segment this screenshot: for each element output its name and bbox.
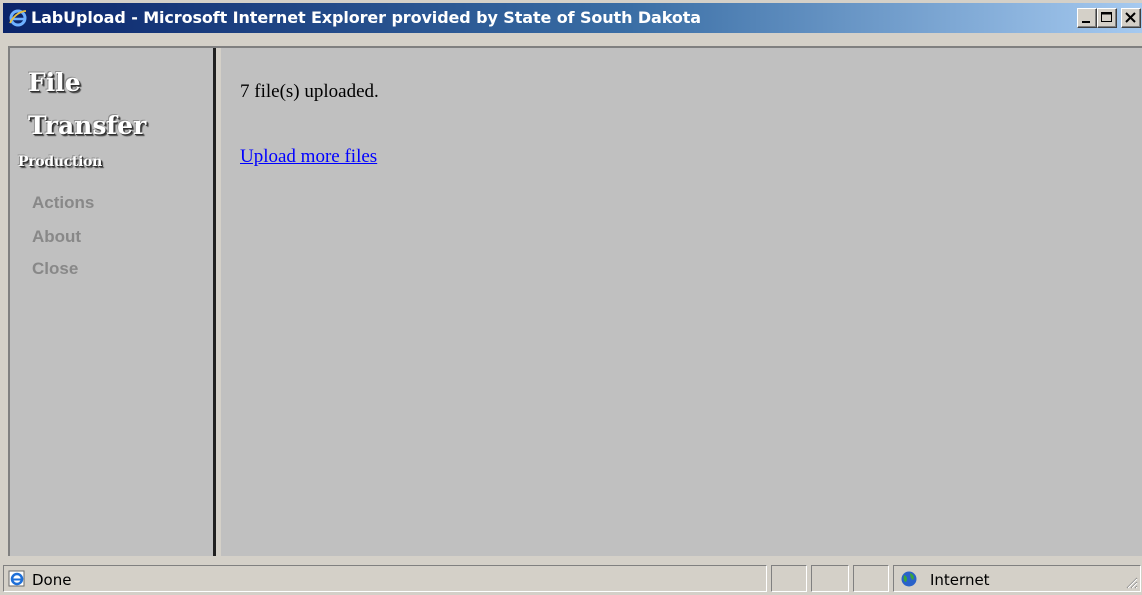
window-title: LabUpload - Microsoft Internet Explorer … — [31, 8, 701, 27]
logo-title-line1: File — [28, 68, 81, 97]
maximize-button[interactable] — [1097, 8, 1117, 28]
close-button[interactable] — [1121, 8, 1141, 28]
nav-item-close[interactable]: Close — [32, 259, 78, 279]
upload-status-message: 7 file(s) uploaded. — [240, 81, 379, 102]
globe-icon — [901, 571, 917, 587]
status-text: Done — [32, 571, 72, 589]
page-done-icon — [8, 570, 25, 587]
maximize-icon — [1101, 12, 1112, 22]
environment-label: Production — [18, 154, 103, 170]
close-icon — [1125, 12, 1136, 23]
browser-window: LabUpload - Microsoft Internet Explorer … — [0, 0, 1142, 595]
status-bar: Done Internet — [1, 562, 1142, 595]
upload-more-files-link[interactable]: Upload more files — [240, 146, 377, 168]
frame-divider[interactable] — [213, 48, 221, 556]
logo-title-line2: Transfer — [28, 111, 147, 140]
minimize-icon — [1082, 21, 1090, 23]
title-bar[interactable]: LabUpload - Microsoft Internet Explorer … — [3, 3, 1142, 33]
security-zone-panel[interactable]: Internet — [893, 565, 1141, 592]
main-content: 7 file(s) uploaded. Upload more files — [222, 48, 1142, 556]
ie-icon — [9, 9, 27, 27]
minimize-button[interactable] — [1077, 8, 1097, 28]
page-area: File Transfer Production Actions About C… — [8, 46, 1142, 556]
zone-text: Internet — [930, 571, 990, 589]
status-panel-empty-2 — [811, 565, 849, 592]
resize-grip-icon[interactable] — [1124, 575, 1138, 589]
status-panel: Done — [3, 565, 767, 592]
nav-item-actions[interactable]: Actions — [32, 193, 94, 213]
status-panel-empty-1 — [771, 565, 807, 592]
sidebar: File Transfer Production Actions About C… — [10, 48, 212, 556]
nav-item-about[interactable]: About — [32, 227, 81, 247]
status-panel-empty-3 — [853, 565, 889, 592]
